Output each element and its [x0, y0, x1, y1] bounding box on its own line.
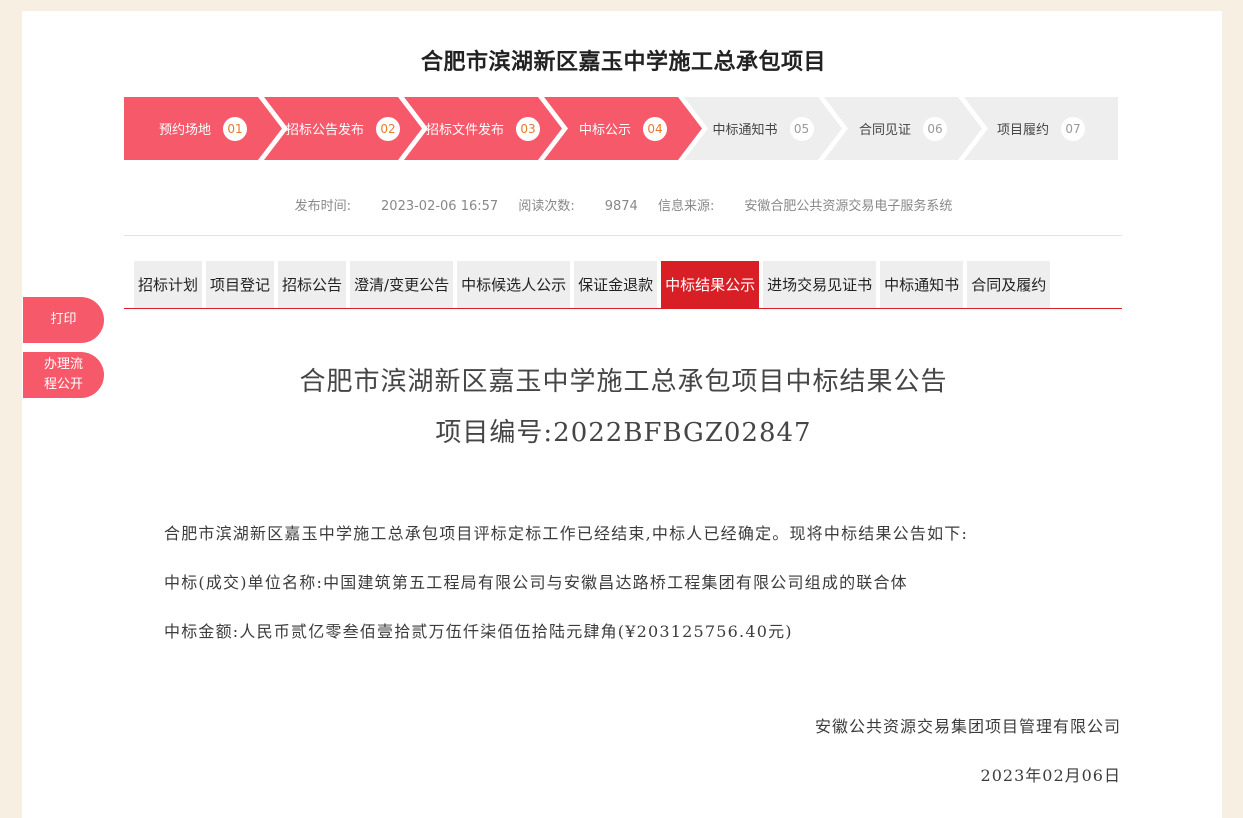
source-value: 安徽合肥公共资源交易电子服务系统: [744, 199, 953, 214]
page-title: 合肥市滨湖新区嘉玉中学施工总承包项目: [420, 50, 826, 75]
step-2[interactable]: 招标公告发布 02: [264, 97, 422, 160]
step-label: 招标公告发布: [285, 123, 364, 138]
sign-date: 2023年02月06日: [980, 766, 1121, 785]
publish-time-label: 发布时间:: [294, 199, 352, 214]
step-6[interactable]: 合同见证 06: [824, 97, 982, 160]
step-number: 04: [643, 116, 667, 141]
tab-clarification[interactable]: 澄清/变更公告: [350, 261, 454, 308]
step-number: 03: [516, 116, 540, 141]
tab-underline: [124, 308, 1122, 309]
step-number: 07: [1061, 116, 1085, 141]
project-number: 项目编号:2022BFBGZ02847: [435, 418, 812, 448]
step-3[interactable]: 招标文件发布 03: [404, 97, 562, 160]
views-label: 阅读次数:: [518, 199, 575, 214]
tab-bid-plan[interactable]: 招标计划: [134, 261, 203, 308]
step-label: 中标公示: [578, 123, 631, 138]
tab-witness-certificate[interactable]: 进场交易见证书: [763, 261, 877, 308]
paragraph-amount: 中标金额:人民币贰亿零叁佰壹拾贰万伍仟柒佰伍拾陆元肆角(¥203125756.4…: [164, 622, 793, 641]
publish-time-value: 2023-02-06 16:57: [381, 199, 499, 214]
step-label: 合同见证: [858, 123, 911, 138]
step-1[interactable]: 预约场地 01: [124, 97, 282, 160]
tab-award-result[interactable]: 中标结果公示: [661, 261, 760, 308]
step-7[interactable]: 项目履约 07: [964, 97, 1118, 160]
tab-deposit-refund[interactable]: 保证金退款: [574, 261, 658, 308]
tab-award-letter[interactable]: 中标通知书: [880, 261, 964, 308]
step-number: 02: [376, 116, 400, 141]
tab-candidate-notice[interactable]: 中标候选人公示: [457, 261, 571, 308]
tab-bar: 招标计划 项目登记 招标公告 澄清/变更公告 中标候选人公示 保证金退款 中标结…: [134, 261, 1051, 308]
print-button[interactable]: 打印: [23, 297, 104, 343]
source-label: 信息来源:: [657, 199, 715, 214]
signer: 安徽公共资源交易集团项目管理有限公司: [814, 717, 1121, 736]
step-label: 预约场地: [158, 123, 211, 138]
paragraph-winner: 中标(成交)单位名称:中国建筑第五工程局有限公司与安徽昌达路桥工程集团有限公司组…: [164, 573, 908, 592]
step-label: 项目履约: [996, 123, 1049, 138]
tab-project-register[interactable]: 项目登记: [206, 261, 275, 308]
paragraph-intro: 合肥市滨湖新区嘉玉中学施工总承包项目评标定标工作已经结束,中标人已经确定。现将中…: [164, 524, 969, 543]
progress-steps: 预约场地 01 招标公告发布 02 招标文件发布 03 中标公示 04 中标通知…: [124, 97, 1118, 160]
document-title: 合肥市滨湖新区嘉玉中学施工总承包项目中标结果公告: [299, 367, 948, 397]
step-number: 05: [789, 116, 814, 141]
tab-contract[interactable]: 合同及履约: [967, 261, 1051, 308]
step-number: 01: [223, 116, 247, 141]
step-5[interactable]: 中标通知书 05: [684, 97, 842, 160]
step-number: 06: [923, 116, 947, 141]
divider: [124, 235, 1122, 236]
publish-meta: 发布时间: 2023-02-06 16:57 阅读次数: 9874 信息来源: 安徽合…: [0, 195, 1243, 214]
step-label: 中标通知书: [712, 123, 778, 138]
step-4[interactable]: 中标公示 04: [544, 97, 702, 160]
views-value: 9874: [604, 199, 638, 214]
step-label: 招标文件发布: [425, 123, 504, 138]
tab-bid-notice[interactable]: 招标公告: [278, 261, 347, 308]
